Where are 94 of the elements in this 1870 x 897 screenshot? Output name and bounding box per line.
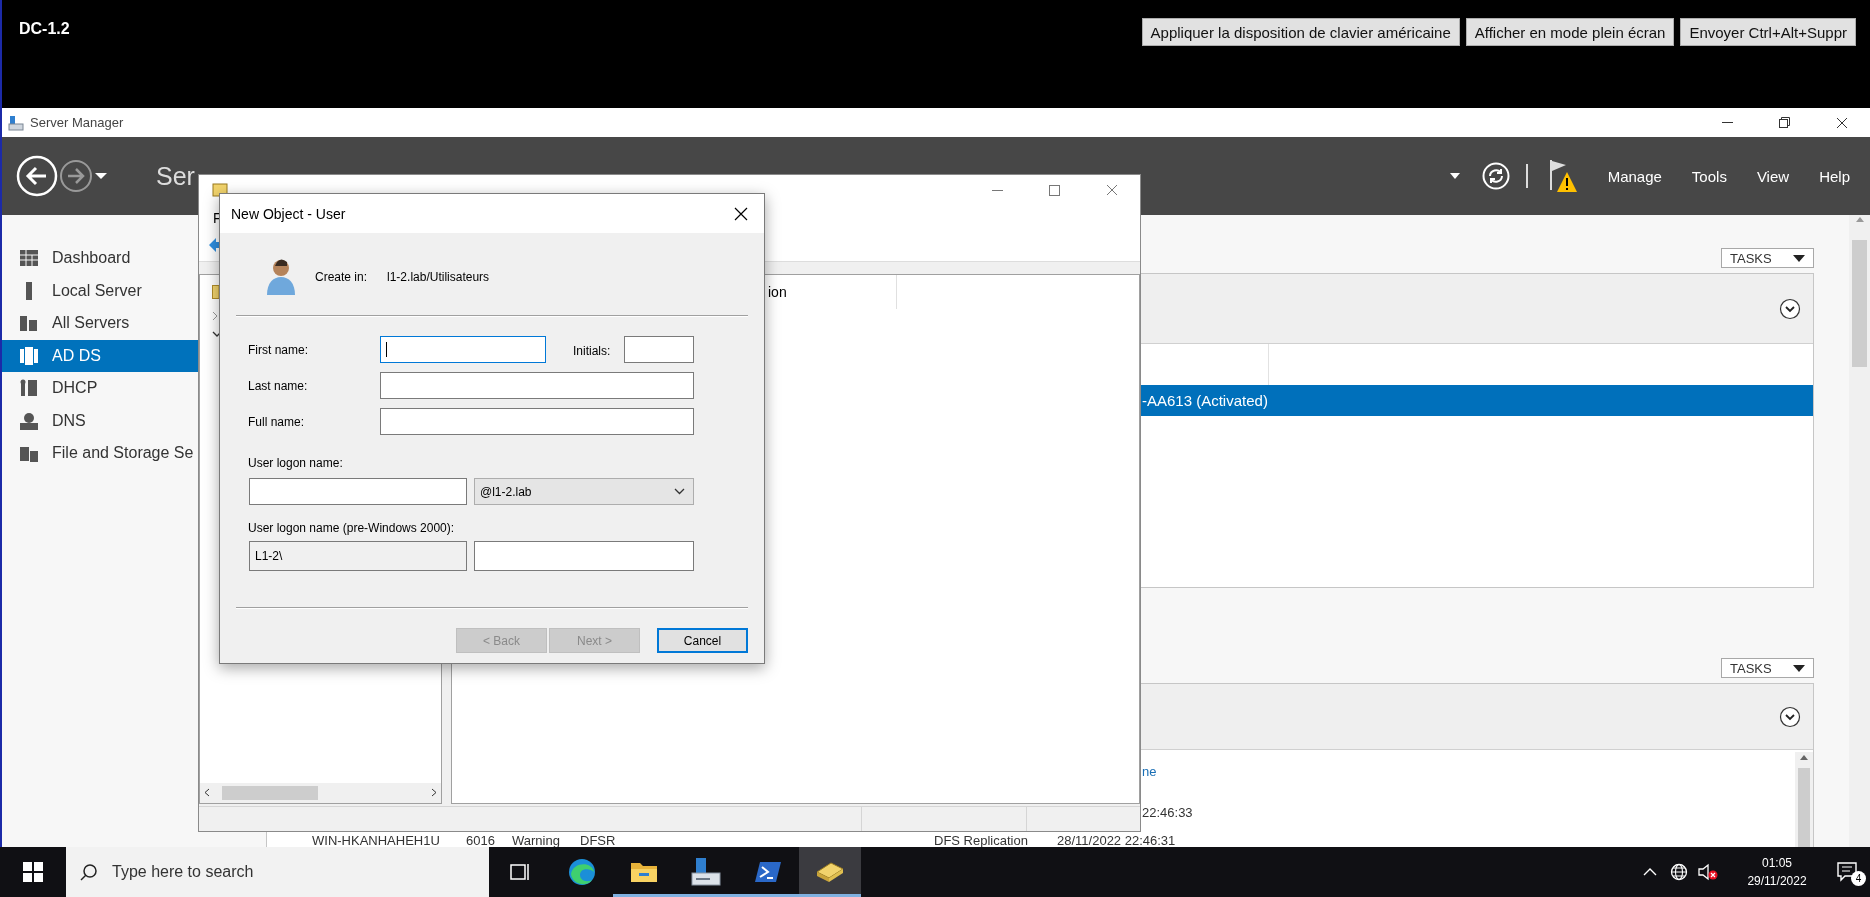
notification-count: 4	[1851, 871, 1866, 886]
restore-icon	[1779, 117, 1790, 128]
close-icon	[1835, 116, 1848, 129]
servers-icon	[19, 313, 39, 334]
table-cell-text: DFS Replication	[934, 832, 1029, 847]
date-text: 29/11/2022	[1747, 873, 1807, 890]
folder-icon[interactable]	[630, 860, 658, 884]
minimize-icon	[1722, 122, 1733, 123]
server-manager-icon[interactable]	[690, 857, 722, 887]
back-button[interactable]	[16, 155, 58, 197]
scroll-thumb[interactable]	[1852, 240, 1867, 367]
session-title: DC-1.2	[19, 20, 70, 38]
caret-icon	[1793, 254, 1805, 262]
dialog-title: New Object - User	[231, 205, 347, 222]
table-cell-text: WIN-HKANHAHEH1U	[312, 832, 441, 847]
close-icon	[1105, 184, 1118, 196]
scroll-right-icon[interactable]	[431, 788, 437, 798]
label: Initials:	[573, 343, 611, 358]
tasks-button[interactable]: TASKS	[1721, 658, 1814, 678]
label: User logon name:	[248, 456, 343, 470]
text-field[interactable]	[380, 336, 546, 363]
toolbar-button[interactable]: Envoyer Ctrl+Alt+Suppr	[1680, 18, 1856, 46]
text-field[interactable]	[474, 541, 694, 571]
toolbar-button[interactable]: Afficher en mode plein écran	[1465, 18, 1675, 46]
time-text: 01:05	[1762, 855, 1792, 872]
text-field[interactable]	[380, 408, 694, 435]
speech-bubble-icon	[1837, 862, 1859, 882]
clock[interactable]: 01:05 29/11/2022	[1728, 854, 1826, 890]
caret-up-icon[interactable]	[1642, 868, 1657, 876]
label: Last name:	[248, 378, 309, 393]
caret-icon	[1793, 664, 1805, 672]
sidebar-item[interactable]: Local Server	[2, 274, 198, 307]
text-field[interactable]	[624, 336, 694, 363]
column-header[interactable]: ion	[768, 274, 897, 309]
app-icon	[212, 182, 228, 198]
speaker-muted-icon[interactable]	[1697, 863, 1718, 881]
windows-logo-icon	[23, 862, 43, 882]
minimize-icon	[992, 189, 1003, 191]
user-icon	[264, 258, 298, 296]
menu-item[interactable]: View	[1756, 167, 1790, 185]
search-field[interactable]: Type here to search	[66, 847, 489, 897]
taskbar-app-button[interactable]	[799, 847, 861, 897]
toolbar-button[interactable]: Appliquer la disposition de clavier américaine	[1141, 18, 1460, 46]
expand-chevron-icon[interactable]	[212, 310, 219, 321]
notification-flag-icon[interactable]	[1547, 158, 1578, 194]
sidebar-item[interactable]: Dashboard	[2, 242, 198, 275]
refresh-button[interactable]	[1481, 162, 1510, 190]
collapse-chevron-icon[interactable]	[1779, 705, 1801, 728]
task-view-icon[interactable]	[509, 862, 531, 882]
sidebar-item[interactable]: All Servers	[2, 307, 198, 340]
sidebar-item[interactable]: DNS	[2, 404, 198, 437]
table-cell-text: 28/11/2022 22:46:31	[1057, 832, 1177, 847]
close-icon	[734, 206, 748, 221]
menu-item[interactable]: Tools	[1691, 167, 1727, 185]
table-cell-text: DFSR	[580, 832, 617, 847]
terminal-icon[interactable]	[754, 860, 782, 884]
maximize-icon	[1049, 184, 1060, 196]
menu-item[interactable]: Manage	[1607, 167, 1662, 185]
label: First name:	[248, 342, 309, 357]
menu-item[interactable]: Help	[1819, 167, 1850, 185]
label: User logon name (pre-Windows 2000):	[248, 521, 455, 535]
sidebar-item[interactable]: DHCP	[2, 372, 198, 405]
grid-icon	[19, 248, 39, 269]
scroll-up-icon[interactable]	[1800, 755, 1808, 760]
horizontal-scrollbar[interactable]	[200, 782, 441, 803]
dropdown-caret-icon[interactable]	[94, 172, 108, 180]
search-icon	[80, 863, 98, 881]
scroll-left-icon[interactable]	[204, 788, 210, 798]
table-cell-text: 22:46:33	[1142, 804, 1194, 820]
label: Create in:	[315, 270, 368, 284]
label: Full name:	[248, 414, 306, 429]
column-header[interactable]: ne	[1142, 763, 1157, 779]
sidebar-item[interactable]: AD DS	[2, 339, 198, 372]
page-title: Ser	[156, 161, 195, 191]
sidebar-item[interactable]: File and Storage Se	[2, 437, 198, 470]
text-field[interactable]	[249, 478, 467, 505]
scroll-thumb[interactable]	[222, 785, 318, 800]
window-title: Server Manager	[30, 115, 125, 130]
location-text: l1-2.lab/Utilisateurs	[387, 270, 490, 284]
directory-icon	[19, 345, 39, 366]
tasks-button[interactable]: TASKS	[1721, 248, 1814, 268]
globe-icon[interactable]	[1669, 863, 1688, 881]
text-field[interactable]	[380, 372, 694, 399]
table-cell-text: Warning	[512, 832, 561, 847]
app-icon	[8, 114, 24, 131]
scrollbar[interactable]	[1849, 215, 1870, 847]
dropdown-caret-icon[interactable]	[1449, 173, 1460, 179]
dialog-button[interactable]: Cancel	[657, 628, 748, 653]
chevron-down-icon	[674, 488, 685, 495]
collapse-chevron-icon[interactable]	[1779, 297, 1801, 320]
table-cell-text: 6016	[466, 832, 496, 847]
directory-book-icon[interactable]	[815, 860, 845, 884]
domain-dropdown[interactable]: @l1-2.lab	[474, 478, 694, 505]
browser-icon[interactable]	[568, 858, 596, 886]
